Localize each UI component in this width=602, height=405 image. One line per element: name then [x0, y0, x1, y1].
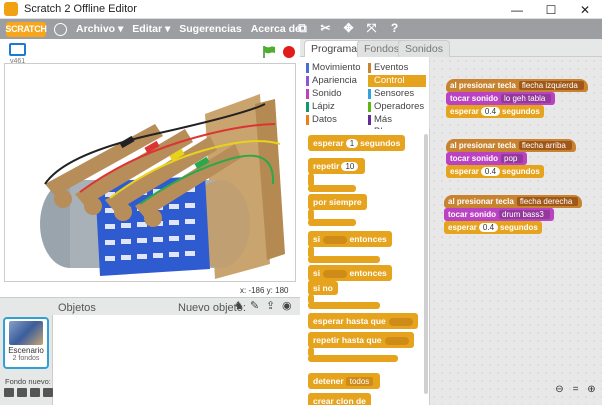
block-if[interactable]: si entonces	[308, 231, 392, 247]
block-wait-script-3[interactable]: esperar 0.4 segundos	[444, 221, 542, 234]
block-repeat[interactable]: repetir 10	[308, 158, 366, 174]
duplicate-icon[interactable]: ⧉	[296, 22, 309, 35]
sprites-list[interactable]	[52, 315, 300, 405]
block-wait-script-2[interactable]: esperar 0.4 segundos	[446, 165, 544, 178]
category-swatch	[306, 63, 309, 73]
scratch-app-icon	[4, 2, 18, 16]
zoom-controls: ⊖ = ⊕	[554, 384, 597, 395]
language-globe-icon[interactable]	[54, 22, 67, 36]
block-forever[interactable]: por siempre	[308, 194, 367, 210]
help-icon[interactable]: ?	[388, 22, 401, 35]
camera-sprite-icon[interactable]: ◉	[282, 300, 293, 312]
menu-archivo[interactable]: Archivo ▾	[76, 23, 123, 35]
category-swatch	[368, 102, 371, 112]
category-movimiento[interactable]: Movimiento	[306, 62, 364, 74]
block-if-foot	[308, 256, 380, 263]
category-operadores[interactable]: Operadores	[368, 101, 426, 113]
block-play-sound-2[interactable]: tocar sonido pop	[446, 152, 528, 165]
category-datos[interactable]: Datos	[306, 114, 364, 126]
category-swatch	[306, 102, 309, 112]
menu-sugerencias[interactable]: Sugerencias	[179, 23, 241, 35]
category-apariencia[interactable]: Apariencia	[306, 75, 364, 87]
block-wait[interactable]: esperar 1 segundos	[308, 135, 406, 151]
editor-tabs: Programas Fondos Sonidos	[300, 39, 602, 58]
block-forever-foot	[308, 219, 356, 226]
paint-sprite-icon[interactable]: ✎	[250, 300, 261, 312]
paint-backdrop-icon[interactable]	[17, 388, 27, 397]
stage-backdrop-image	[5, 64, 295, 281]
scratch-editor: Scratch 2 Offline Editor — ☐ ✕ SCRATCH A…	[0, 0, 602, 405]
block-categories: Movimiento Apariencia Sonido Lápiz Datos…	[300, 57, 430, 137]
category-swatch	[368, 115, 371, 125]
block-wait-until[interactable]: esperar hasta que	[308, 313, 418, 329]
menu-bar: SCRATCH Archivo ▾ Editar ▾ Sugerencias A…	[0, 19, 602, 39]
stage-panel: v461 x: -186 y: 180	[0, 39, 300, 297]
stage-canvas[interactable]	[4, 63, 296, 282]
category-mas-bloques[interactable]: Más Bloques	[368, 114, 426, 137]
minimize-button[interactable]: —	[500, 0, 534, 19]
window-title: Scratch 2 Offline Editor	[24, 3, 137, 15]
new-backdrop-icons	[4, 388, 53, 397]
category-eventos[interactable]: Eventos	[368, 62, 426, 74]
block-repeat-until[interactable]: repetir hasta que	[308, 332, 414, 348]
delete-icon[interactable]: ✂	[319, 22, 332, 35]
block-else-label: si no	[308, 281, 338, 295]
new-sprite-icons: ♞ ✎ ⇪ ◉	[234, 300, 293, 312]
maximize-button[interactable]: ☐	[534, 0, 568, 19]
camera-backdrop-icon[interactable]	[43, 388, 53, 397]
block-repeat-foot	[308, 185, 356, 192]
block-play-sound-1[interactable]: tocar sonido lo geh tabla	[446, 92, 556, 105]
menu-editar[interactable]: Editar ▾	[132, 23, 170, 35]
menu-acerca-de[interactable]: Acerca de	[251, 23, 301, 35]
category-sensores[interactable]: Sensores	[368, 88, 426, 100]
stop-icon[interactable]	[283, 46, 295, 58]
upload-sprite-icon[interactable]: ⇪	[266, 300, 277, 312]
category-swatch	[306, 89, 309, 99]
hat-key-pressed-up[interactable]: al presionar tecla flecha arriba	[446, 139, 576, 152]
block-if-else-foot	[308, 302, 380, 309]
choose-sprite-icon[interactable]: ♞	[234, 300, 245, 312]
block-stop[interactable]: detener todos	[308, 373, 381, 389]
grow-icon[interactable]: ✥	[342, 22, 355, 35]
sprites-panel: Objetos Nuevo objeto: ♞ ✎ ⇪ ◉ Escenario …	[0, 297, 300, 405]
scratch-logo[interactable]: SCRATCH	[5, 21, 47, 37]
window-titlebar: Scratch 2 Offline Editor — ☐ ✕	[0, 0, 602, 19]
block-if-else[interactable]: si entonces	[308, 265, 392, 281]
block-wait-script-1[interactable]: esperar 0.4 segundos	[446, 105, 544, 118]
category-swatch	[368, 89, 371, 99]
category-swatch	[306, 76, 309, 86]
category-lapiz[interactable]: Lápiz	[306, 101, 364, 113]
category-swatch	[306, 115, 309, 125]
shrink-icon[interactable]: ⤧	[365, 22, 378, 35]
category-swatch	[368, 63, 371, 73]
presentation-mode-icon[interactable]	[9, 43, 26, 56]
category-control[interactable]: Control	[368, 75, 426, 87]
choose-backdrop-icon[interactable]	[4, 388, 14, 397]
blocks-palette: esperar 1 segundos repetir 10 por siempre s…	[300, 129, 430, 405]
stage-thumbnail-backdrops: 2 fondos	[12, 355, 40, 362]
hat-key-pressed-right[interactable]: al presionar tecla flecha derecha	[444, 195, 583, 208]
zoom-out-icon[interactable]: ⊖	[554, 384, 565, 395]
mouse-coordinates: x: -186 y: 180	[240, 286, 289, 295]
green-flag-icon[interactable]	[262, 45, 276, 59]
zoom-reset-icon[interactable]: =	[570, 384, 581, 395]
stage-thumbnail-image	[9, 321, 43, 345]
tab-sonidos[interactable]: Sonidos	[398, 40, 450, 57]
block-repeat-until-foot	[308, 355, 398, 362]
objetos-label: Objetos	[58, 302, 96, 314]
category-sonido[interactable]: Sonido	[306, 88, 364, 100]
stage-thumbnail[interactable]: Escenario 2 fondos	[3, 317, 49, 369]
upload-backdrop-icon[interactable]	[30, 388, 40, 397]
toolbar-icons: ⧉ ✂ ✥ ⤧ ?	[296, 22, 401, 35]
palette-scrollbar[interactable]	[424, 134, 428, 394]
close-button[interactable]: ✕	[568, 0, 602, 19]
block-play-sound-3[interactable]: tocar sonido drum bass3	[444, 208, 554, 221]
fondo-nuevo-label: Fondo nuevo:	[5, 377, 51, 386]
zoom-in-icon[interactable]: ⊕	[586, 384, 597, 395]
block-create-clone[interactable]: crear clon de	[308, 393, 371, 405]
stage-thumbnail-label: Escenario	[8, 346, 44, 355]
hat-key-pressed-left[interactable]: al presionar tecla flecha izquierda	[446, 79, 588, 92]
scripts-area[interactable]: al presionar tecla flecha izquierda tocar…	[430, 57, 602, 405]
category-swatch	[368, 76, 371, 86]
